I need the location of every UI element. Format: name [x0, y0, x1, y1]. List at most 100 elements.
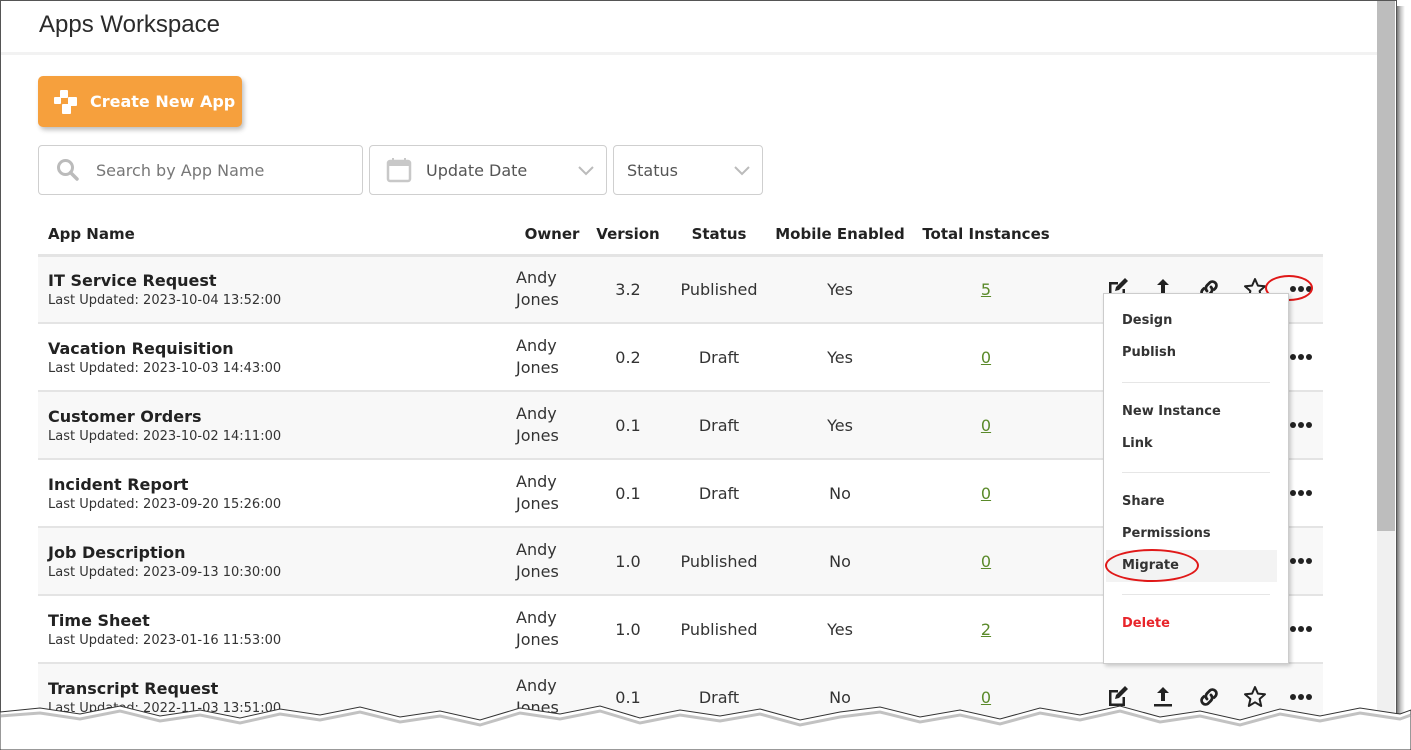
menu-item-new-instance[interactable]: New Instance [1122, 404, 1221, 419]
apps-blocks-icon [52, 87, 82, 117]
app-name-cell: Customer Orders Last Updated: 2023-10-02 … [38, 391, 516, 460]
app-name-cell: IT Service Request Last Updated: 2023-10-… [38, 255, 516, 324]
instances-link[interactable]: 0 [981, 552, 991, 571]
instances-link[interactable]: 0 [981, 348, 991, 367]
mobile-enabled-cell: Yes [770, 255, 910, 324]
create-new-app-button[interactable]: Create New App [38, 76, 242, 127]
app-name[interactable]: Transcript Request [48, 679, 516, 698]
search-input[interactable]: Search by App Name [38, 145, 363, 195]
app-name-cell: Job Description Last Updated: 2023-09-13 … [38, 527, 516, 596]
menu-divider [1122, 472, 1270, 473]
more-options-button[interactable] [1289, 481, 1313, 505]
more-options-button[interactable] [1289, 413, 1313, 437]
app-name[interactable]: Job Description [48, 543, 516, 562]
version-cell: 0.1 [588, 391, 668, 460]
app-name[interactable]: IT Service Request [48, 271, 516, 290]
owner-cell: Andy Jones [516, 595, 588, 664]
owner-cell: Andy Jones [516, 527, 588, 596]
owner-first-name: Andy [516, 540, 557, 559]
owner-last-name: Jones [516, 562, 559, 581]
owner-first-name: Andy [516, 608, 557, 627]
more-options-icon [1289, 345, 1313, 369]
more-options-button[interactable] [1289, 549, 1313, 573]
total-instances-cell: 0 [910, 459, 1062, 528]
app-name[interactable]: Time Sheet [48, 611, 516, 630]
total-instances-cell: 0 [910, 391, 1062, 460]
app-name[interactable]: Vacation Requisition [48, 339, 516, 358]
menu-item-permissions[interactable]: Permissions [1122, 526, 1211, 541]
status-cell: Draft [668, 391, 770, 460]
frame-shadow [1397, 6, 1405, 731]
last-updated: Last Updated: 2023-10-02 14:11:00 [48, 428, 282, 444]
instances-link[interactable]: 5 [981, 280, 991, 299]
version-cell: 1.0 [588, 595, 668, 664]
status-cell: Published [668, 595, 770, 664]
table-header-row: App Name Owner Version Status Mobile Ena… [38, 215, 1323, 257]
owner-first-name: Andy [516, 676, 557, 695]
owner-cell: Andy Jones [516, 391, 588, 460]
column-header-mobile-enabled[interactable]: Mobile Enabled [770, 215, 910, 257]
more-options-button[interactable] [1289, 617, 1313, 641]
scrollbar-thumb[interactable] [1377, 1, 1395, 531]
status-cell: Published [668, 255, 770, 324]
column-header-version[interactable]: Version [588, 215, 668, 257]
status-cell: Draft [668, 459, 770, 528]
owner-cell: Andy Jones [516, 323, 588, 392]
last-updated: Last Updated: 2023-01-16 11:53:00 [48, 632, 282, 648]
owner-first-name: Andy [516, 472, 557, 491]
app-name[interactable]: Incident Report [48, 475, 516, 494]
menu-item-design[interactable]: Design [1122, 313, 1172, 328]
owner-first-name: Andy [516, 268, 557, 288]
total-instances-cell: 5 [910, 255, 1062, 324]
owner-last-name: Jones [516, 494, 559, 513]
menu-item-publish[interactable]: Publish [1122, 345, 1176, 360]
chevron-down-icon [734, 162, 750, 178]
version-cell: 3.2 [588, 255, 668, 324]
version-cell: 1.0 [588, 527, 668, 596]
column-header-owner[interactable]: Owner [516, 215, 588, 257]
instances-link[interactable]: 2 [981, 620, 991, 639]
instances-link[interactable]: 0 [981, 484, 991, 503]
more-options-button[interactable] [1289, 345, 1313, 369]
column-header-app-name[interactable]: App Name [38, 215, 516, 257]
version-cell: 0.2 [588, 323, 668, 392]
owner-cell: Andy Jones [516, 255, 588, 324]
owner-last-name: Jones [516, 426, 559, 445]
vertical-scrollbar[interactable] [1377, 1, 1395, 735]
owner-cell: Andy Jones [516, 459, 588, 528]
column-header-status[interactable]: Status [668, 215, 770, 257]
more-options-icon [1289, 549, 1313, 573]
mobile-enabled-cell: No [770, 459, 910, 528]
search-placeholder: Search by App Name [96, 160, 265, 180]
column-header-total-instances[interactable]: Total Instances [910, 215, 1062, 257]
torn-edge-decoration [0, 705, 1411, 750]
update-date-filter[interactable]: Update Date [369, 145, 607, 195]
app-name-cell: Vacation Requisition Last Updated: 2023-1… [38, 323, 516, 392]
mobile-enabled-cell: Yes [770, 595, 910, 664]
instances-link[interactable]: 0 [981, 416, 991, 435]
calendar-icon [386, 157, 412, 183]
menu-item-delete[interactable]: Delete [1122, 616, 1170, 631]
owner-last-name: Jones [516, 290, 559, 310]
menu-divider [1122, 594, 1270, 595]
context-menu: Design Publish New Instance Link Share P… [1103, 293, 1289, 664]
owner-last-name: Jones [516, 358, 559, 377]
status-filter[interactable]: Status [613, 145, 763, 195]
app-name[interactable]: Customer Orders [48, 407, 516, 426]
menu-item-link[interactable]: Link [1122, 436, 1153, 451]
last-updated: Last Updated: 2023-10-03 14:43:00 [48, 360, 282, 376]
owner-last-name: Jones [516, 630, 559, 649]
last-updated: Last Updated: 2023-09-20 15:26:00 [48, 496, 282, 512]
total-instances-cell: 0 [910, 323, 1062, 392]
status-filter-label: Status [627, 160, 678, 180]
app-window: Apps Workspace Create New App Search by … [0, 0, 1397, 735]
app-name-cell: Incident Report Last Updated: 2023-09-20 … [38, 459, 516, 528]
chevron-down-icon [578, 162, 594, 178]
annotation-ring-migrate [1105, 549, 1199, 582]
app-name-cell: Time Sheet Last Updated: 2023-01-16 11:53… [38, 595, 516, 664]
update-date-label: Update Date [426, 160, 528, 180]
menu-item-share[interactable]: Share [1122, 494, 1165, 509]
page-title: Apps Workspace [39, 11, 220, 38]
mobile-enabled-cell: Yes [770, 323, 910, 392]
status-cell: Published [668, 527, 770, 596]
